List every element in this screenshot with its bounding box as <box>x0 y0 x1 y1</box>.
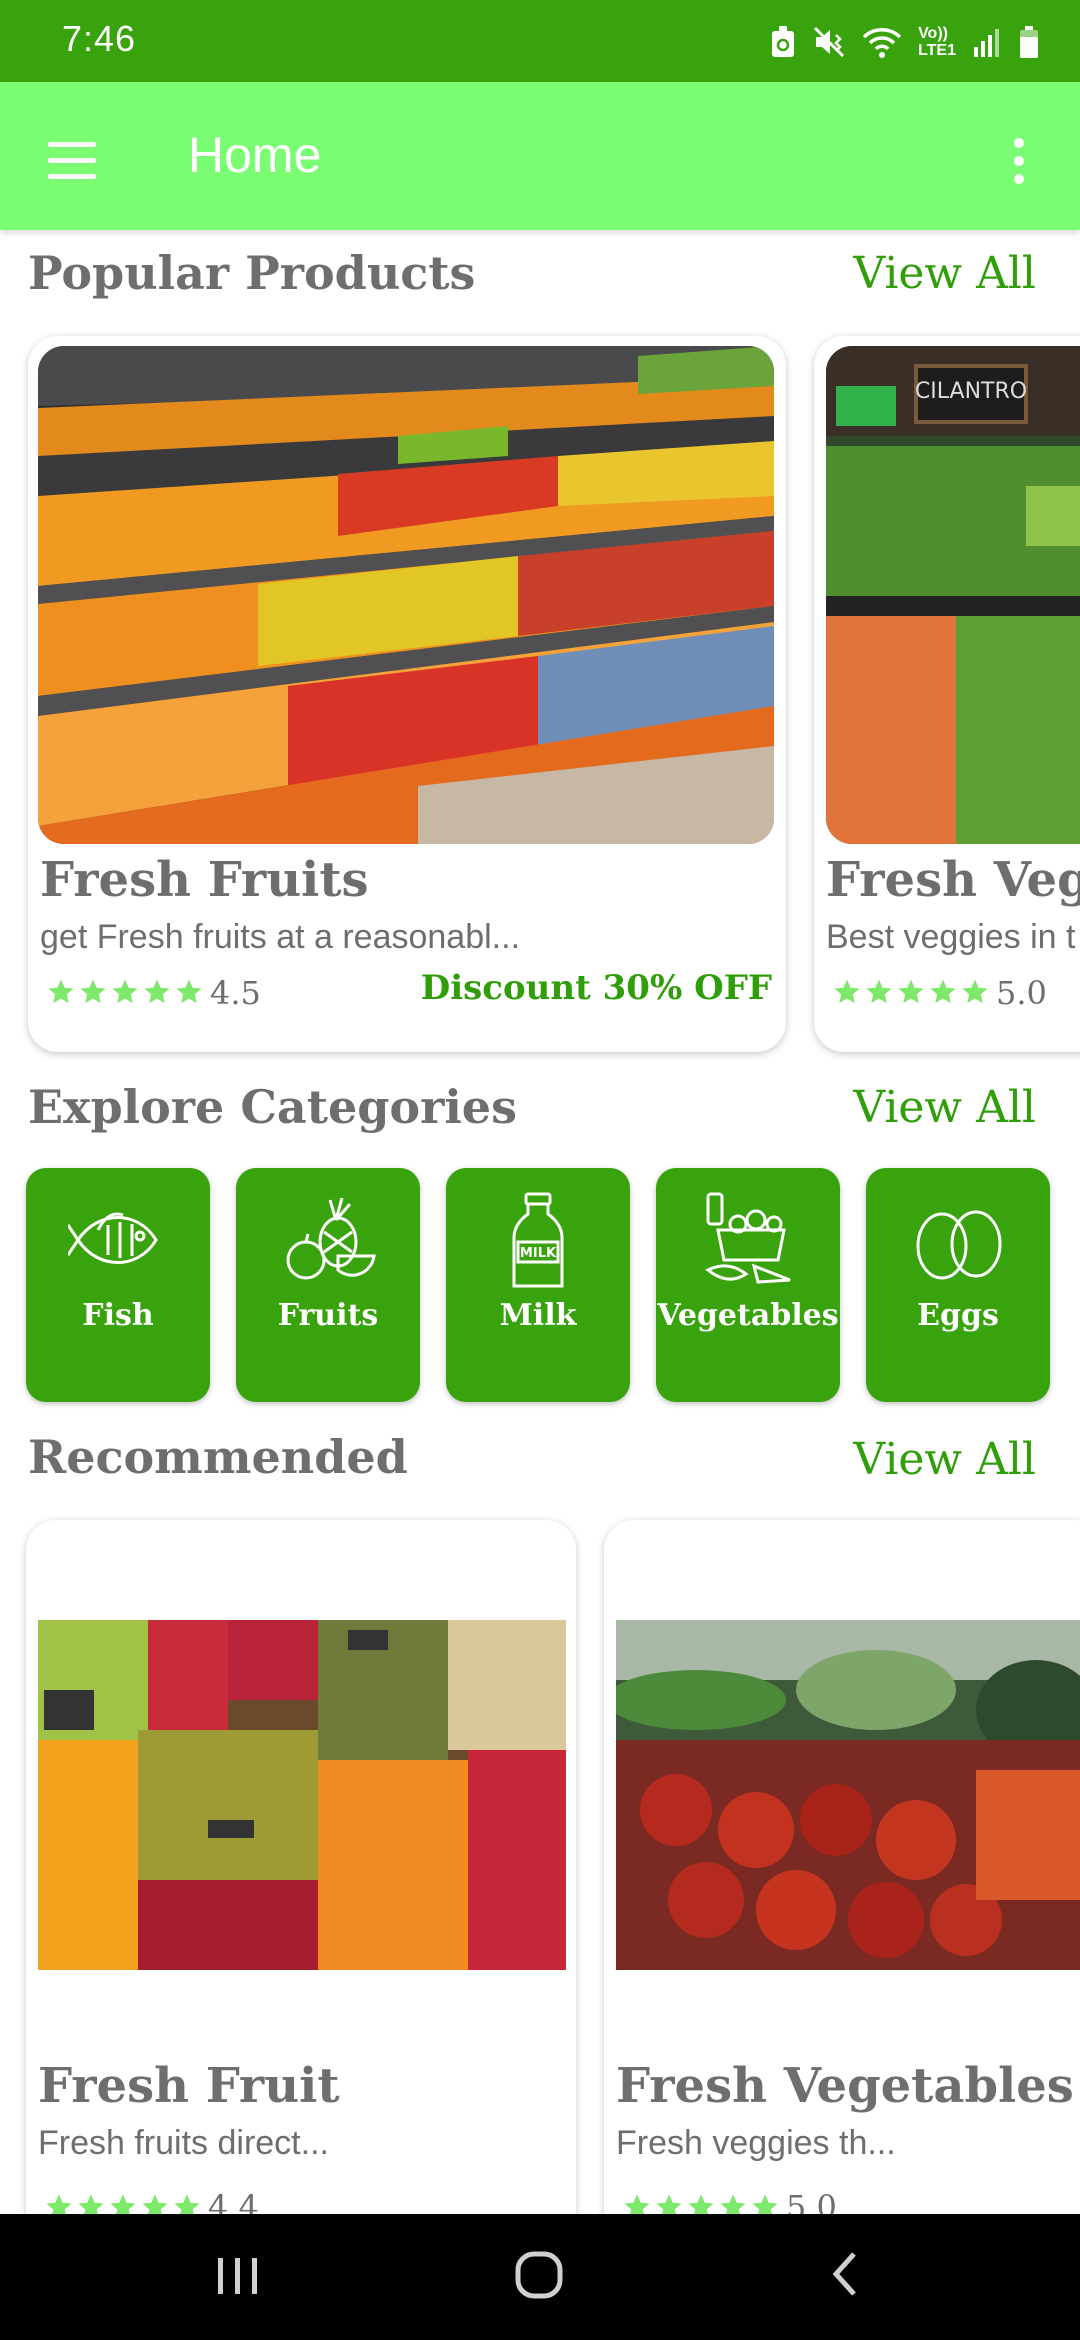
app-bar: Home <box>0 82 1080 230</box>
product-title: Fresh Fruit <box>38 2058 340 2114</box>
fresh-veg-image: CILANTRO <box>826 346 1080 844</box>
signal-icon <box>974 29 999 57</box>
network-type: Vo)) LTE1 <box>918 25 956 59</box>
category-label: Milk <box>499 1298 577 1333</box>
milk-icon-text: MILK <box>520 1246 557 1261</box>
fruits-icon <box>286 1197 376 1280</box>
recommended-product-card[interactable]: Fresh Fruit Fresh fruits direct... 4.4 <box>26 1520 576 2240</box>
battery-icon <box>1020 26 1038 58</box>
category-label: Fruits <box>277 1298 379 1333</box>
star-icon <box>930 979 956 1004</box>
recent-apps-icon[interactable] <box>216 2244 260 2304</box>
rating-stars <box>832 977 990 1007</box>
product-description: get Fresh fruits at a reasonabl... <box>40 918 521 956</box>
more-options-icon[interactable] <box>984 126 1054 196</box>
star-icon <box>176 979 202 1004</box>
rating-value: 4.5 <box>210 974 261 1012</box>
fish-icon <box>68 1212 158 1264</box>
explore-categories-title: Explore Categories <box>28 1080 517 1134</box>
product-description: Fresh veggies th... <box>616 2124 896 2162</box>
back-icon[interactable] <box>822 2244 866 2304</box>
vegetables-icon <box>705 1192 791 1284</box>
popular-view-all-link[interactable]: View All <box>853 248 1036 299</box>
discount-badge: Discount 30% OFF <box>420 968 772 1008</box>
star-icon <box>866 979 892 1004</box>
status-time: 7:46 <box>62 18 137 59</box>
sync-lock-icon <box>772 26 795 57</box>
page-title: Home <box>188 127 322 183</box>
volte-label: Vo)) <box>918 25 948 42</box>
category-label: Vegetables <box>657 1298 839 1333</box>
mute-vibrate-icon <box>814 26 845 58</box>
popular-product-card[interactable]: CILANTRO Fresh Veg Best veggies in t 5.0 <box>814 336 1080 1052</box>
star-icon <box>112 979 138 1004</box>
product-title: Fresh Vegetables <box>616 2058 1074 2114</box>
eggs-icon <box>916 1210 1002 1280</box>
recommended-product-card[interactable]: Fresh Vegetables Fresh veggies th... 5.0 <box>604 1520 1080 2240</box>
rating-stars <box>46 977 204 1007</box>
star-icon <box>898 979 924 1004</box>
categories-view-all-link[interactable]: View All <box>853 1082 1036 1133</box>
popular-product-card[interactable]: Fresh Fruits get Fresh fruits at a reaso… <box>28 336 786 1052</box>
product-description: Best veggies in t <box>826 918 1076 956</box>
category-eggs[interactable]: Eggs <box>866 1168 1050 1402</box>
star-icon <box>80 979 106 1004</box>
wifi-icon <box>862 28 902 58</box>
hamburger-menu-icon[interactable] <box>38 126 108 196</box>
category-label: Fish <box>82 1298 154 1333</box>
fresh-vegetables-image <box>616 1620 1080 1970</box>
fresh-fruits-image <box>38 346 774 844</box>
category-label: Eggs <box>917 1298 999 1333</box>
category-vegetables[interactable]: Vegetables <box>656 1168 840 1402</box>
category-fruits[interactable]: Fruits <box>236 1168 420 1402</box>
star-icon <box>834 979 860 1004</box>
product-title: Fresh Fruits <box>40 852 369 908</box>
product-title: Fresh Veg <box>826 852 1080 908</box>
image-sign: CILANTRO <box>915 379 1027 404</box>
star-icon <box>962 979 988 1004</box>
category-fish[interactable]: Fish <box>26 1168 210 1402</box>
star-icon <box>144 979 170 1004</box>
home-icon[interactable] <box>510 2244 570 2304</box>
recommended-title: Recommended <box>28 1430 408 1484</box>
popular-products-title: Popular Products <box>28 246 476 300</box>
milk-icon: MILK <box>512 1192 564 1288</box>
product-description: Fresh fruits direct... <box>38 2124 329 2162</box>
fresh-fruit-image <box>38 1620 566 1970</box>
status-icons: Vo)) LTE1 <box>770 20 1040 64</box>
rating-value: 5.0 <box>996 974 1047 1012</box>
recommended-view-all-link[interactable]: View All <box>853 1434 1036 1485</box>
category-milk[interactable]: MILK Milk <box>446 1168 630 1402</box>
system-nav-bar <box>0 2214 1080 2340</box>
status-bar: 7:46 Vo)) LTE1 <box>0 0 1080 82</box>
lte-label: LTE1 <box>918 42 956 59</box>
star-icon <box>48 979 74 1004</box>
